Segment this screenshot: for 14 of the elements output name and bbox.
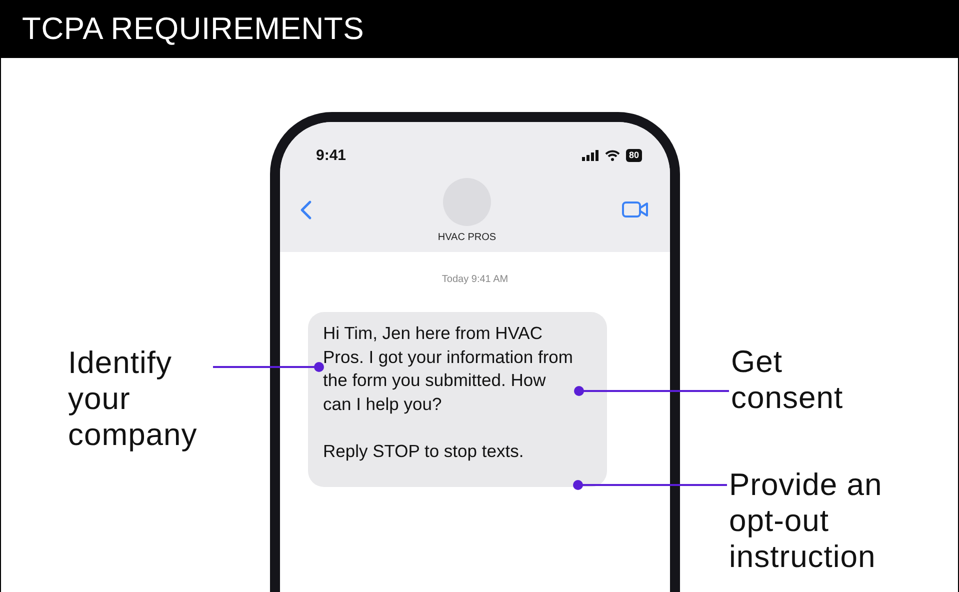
status-time: 9:41 [316, 146, 348, 164]
page-title: TCPA REQUIREMENTS [22, 11, 364, 47]
battery-level: 80 [626, 148, 642, 162]
message-timestamp: Today 9:41 AM [440, 274, 510, 285]
contact-name: HVAC PROS [438, 232, 496, 243]
video-camera-icon[interactable] [622, 201, 648, 218]
message-text: Reply STOP to stop texts. [323, 440, 525, 463]
callout-label: Identify your company [68, 345, 198, 453]
back-icon[interactable] [300, 200, 312, 220]
callout-label: Get consent [731, 344, 844, 416]
message-text: Hi Tim, Jen here from HVAC Pros. I got your information from the form you submitted. How can I help you? [323, 322, 573, 416]
callout-label: Provide an opt-out instruction [729, 467, 884, 575]
signal-icon [582, 150, 599, 160]
wifi-icon [604, 150, 620, 160]
